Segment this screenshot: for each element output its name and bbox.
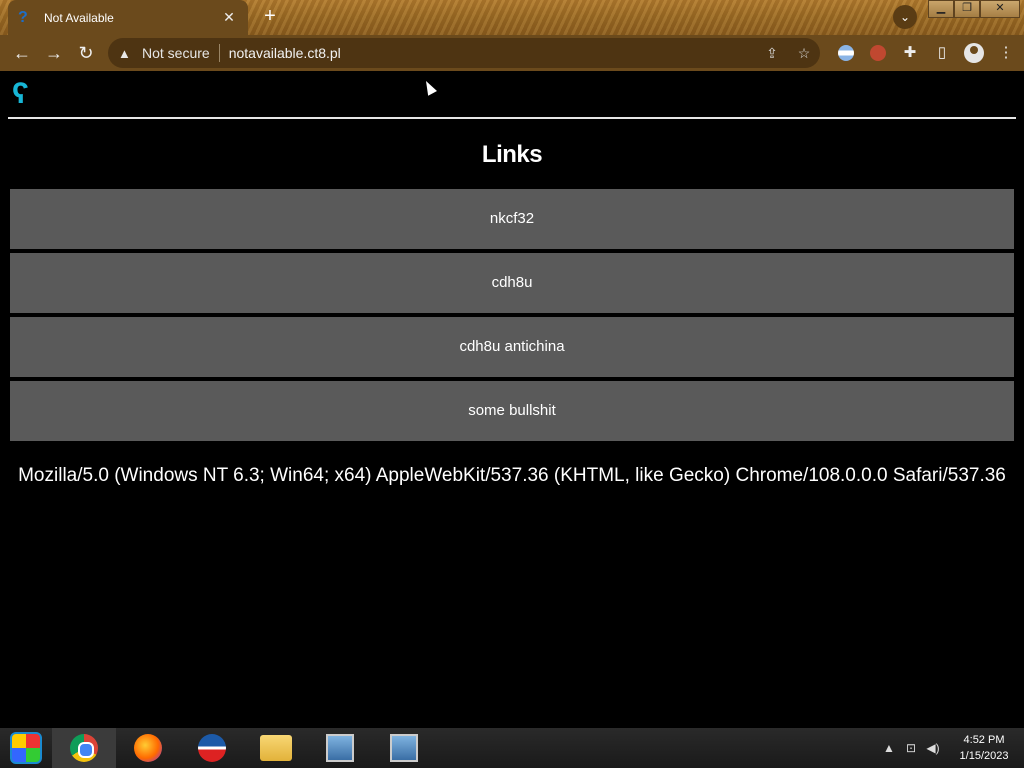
web-page: ʕ Links nkcf32 cdh8u cdh8u antichina som… [0, 71, 1024, 728]
bookmark-star-icon[interactable]: ☆ [788, 45, 820, 62]
link-button-cdh8u-antichina[interactable]: cdh8u antichina [10, 317, 1014, 377]
installer-icon [390, 734, 418, 762]
address-bar[interactable]: ▲ Not secure notavailable.ct8.pl ⇪ ☆ [108, 38, 820, 68]
share-icon[interactable]: ⇪ [756, 45, 788, 62]
tab-close-icon[interactable]: ✕ [220, 9, 238, 26]
taskbar-installer-1[interactable] [308, 728, 372, 768]
taskbar: ▲ ⊡ ◀) 4:52 PM 1/15/2023 [0, 728, 1024, 768]
user-agent-text: Mozilla/5.0 (Windows NT 6.3; Win64; x64)… [18, 465, 1006, 486]
start-orb-icon [10, 732, 42, 764]
site-logo-icon[interactable]: ʕ [12, 77, 34, 111]
browser-tab[interactable]: ? Not Available ✕ [8, 0, 248, 35]
tab-title: Not Available [44, 10, 114, 25]
minimize-button[interactable]: ▁ [928, 0, 954, 18]
restore-button[interactable]: ❐ [954, 0, 980, 18]
warning-icon[interactable]: ▲ [118, 46, 138, 61]
firefox-icon [134, 734, 162, 762]
forward-arrow-icon[interactable]: → [38, 37, 70, 69]
browser-toolbar: ← → ↻ ▲ Not secure notavailable.ct8.pl ⇪… [0, 35, 1024, 71]
tab-favicon-icon: ? [18, 8, 28, 26]
link-button-nkcf32[interactable]: nkcf32 [10, 189, 1014, 249]
tab-search-button[interactable]: ⌄ [893, 5, 917, 29]
system-tray: ▲ ⊡ ◀) 4:52 PM 1/15/2023 [878, 728, 1024, 768]
mouse-cursor-icon [421, 78, 437, 96]
back-arrow-icon[interactable]: ← [6, 37, 38, 69]
link-button-some-bullshit[interactable]: some bullshit [10, 381, 1014, 441]
close-window-button[interactable]: ✕ [980, 0, 1020, 18]
header-divider [8, 117, 1016, 119]
menu-kebab-icon[interactable]: ⋮ [990, 38, 1022, 68]
clock-date: 1/15/2023 [959, 750, 1009, 762]
taskbar-firefox[interactable] [116, 728, 180, 768]
reload-icon[interactable]: ↻ [70, 37, 102, 69]
omnibox-divider [218, 44, 220, 62]
taskbar-file-explorer[interactable] [244, 728, 308, 768]
puzzle-extensions-icon[interactable]: ✚ [894, 38, 926, 68]
show-hidden-icons-icon[interactable]: ▲ [878, 741, 900, 755]
profile-icon[interactable] [958, 38, 990, 68]
link-list: nkcf32 cdh8u cdh8u antichina some bullsh… [10, 189, 1014, 445]
taskbar-chrome[interactable] [52, 728, 116, 768]
opera-icon [198, 734, 226, 762]
chrome-icon [70, 734, 98, 762]
clock[interactable]: 4:52 PM 1/15/2023 [944, 732, 1024, 764]
extension-area: ✚ ▯ ⋮ [830, 38, 1022, 68]
flag-extension-icon[interactable] [830, 38, 862, 68]
side-panel-icon[interactable]: ▯ [926, 38, 958, 68]
taskbar-installer-2[interactable] [372, 728, 436, 768]
taskbar-opera[interactable] [180, 728, 244, 768]
installer-icon [326, 734, 354, 762]
start-button[interactable] [0, 728, 52, 768]
avatar-extension-icon[interactable] [862, 38, 894, 68]
folder-icon [260, 735, 292, 761]
new-tab-button[interactable]: + [258, 6, 282, 28]
network-icon[interactable]: ⊡ [900, 741, 922, 755]
window-controls: ▁ ❐ ✕ [928, 0, 1020, 18]
link-button-cdh8u[interactable]: cdh8u [10, 253, 1014, 313]
volume-icon[interactable]: ◀) [922, 741, 944, 755]
page-title: Links [481, 141, 543, 168]
url-text[interactable]: notavailable.ct8.pl [229, 45, 756, 61]
clock-time: 4:52 PM [963, 734, 1005, 746]
security-status[interactable]: Not secure [142, 45, 210, 61]
